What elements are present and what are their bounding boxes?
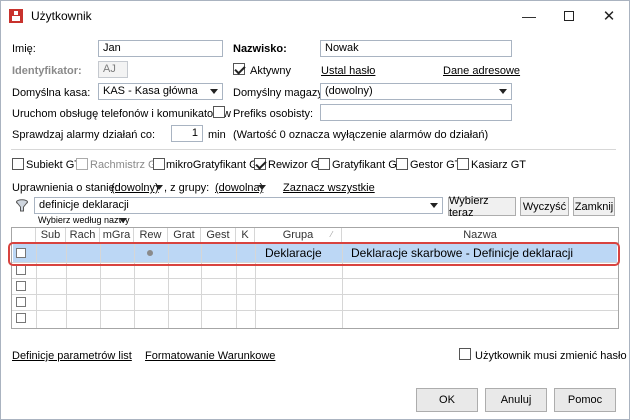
role-checkbox-rewizor[interactable] <box>254 158 266 170</box>
select-all-link[interactable]: Zaznacz wszystkie <box>283 182 375 194</box>
role-label-gestor: Gestor GT <box>410 159 462 171</box>
last-name-label: Nazwisko: <box>233 43 287 55</box>
permissions-state-dropdown[interactable]: (dowolny) <box>111 182 159 194</box>
search-by-dropdown[interactable]: Wybierz według nazwy <box>38 215 129 225</box>
help-button[interactable]: Pomoc <box>554 388 616 412</box>
column-header-grat[interactable]: Grat <box>168 228 201 242</box>
chevron-down-icon <box>210 89 218 94</box>
personal-prefix-label: Prefiks osobisty: <box>233 108 314 120</box>
close-window-button[interactable]: ✕ <box>589 1 629 31</box>
maximize-button[interactable] <box>549 1 589 31</box>
set-password-link[interactable]: Ustal hasło <box>321 65 375 77</box>
default-warehouse-label: Domyślny magazyn: <box>233 87 333 99</box>
alarms-interval-field[interactable]: 1 <box>171 125 203 142</box>
conditional-format-link[interactable]: Formatowanie Warunkowe <box>145 350 275 362</box>
minimize-button[interactable]: — <box>509 1 549 31</box>
chevron-down-icon <box>258 185 266 190</box>
column-header-rach[interactable]: Rach <box>66 228 100 242</box>
window-title: Użytkownik <box>31 9 92 23</box>
column-header-sub[interactable]: Sub <box>36 228 66 242</box>
last-name-field[interactable]: Nowak <box>320 40 512 57</box>
row-checkbox[interactable] <box>16 281 26 291</box>
identifier-field: AJ <box>98 61 128 78</box>
grid-line <box>12 278 618 279</box>
identifier-label: Identyfikator: <box>12 65 82 77</box>
must-change-password-label: Użytkownik musi zmienić hasło <box>475 350 627 362</box>
default-cashbox-value: KAS - Kasa główna <box>103 85 198 97</box>
user-dialog: Użytkownik — ✕ Imię: Jan Nazwisko: Nowak… <box>0 0 630 420</box>
role-label-gratyfikant: Gratyfikant GT <box>332 159 404 171</box>
choose-now-button[interactable]: Wybierz teraz <box>448 195 516 219</box>
default-warehouse-select[interactable]: (dowolny) <box>320 83 512 100</box>
personal-prefix-field[interactable] <box>320 104 512 121</box>
alarms-label: Sprawdzaj alarmy działań co: <box>12 129 156 141</box>
column-header-nazwa[interactable]: Nazwa <box>342 228 618 242</box>
separator <box>11 149 616 150</box>
grid-line <box>12 294 618 295</box>
column-header-mgra[interactable]: mGra <box>100 228 134 242</box>
param-defs-link[interactable]: Definicje parametrów list <box>12 350 132 362</box>
column-header-select <box>12 228 36 242</box>
title-bar: Użytkownik — ✕ <box>1 1 629 31</box>
role-label-kasiarz: Kasiarz GT <box>471 159 527 171</box>
filter-icon <box>16 199 28 212</box>
highlight-outline <box>8 242 620 266</box>
active-checkbox[interactable] <box>233 63 245 75</box>
role-checkbox-gratyfikant[interactable] <box>318 158 330 170</box>
ok-button[interactable]: OK <box>416 388 478 412</box>
phones-checkbox[interactable] <box>213 106 225 118</box>
first-name-field[interactable]: Jan <box>98 40 223 57</box>
phones-label: Uruchom obsługę telefonów i komunikatoró… <box>12 108 231 120</box>
permissions-group-dropdown[interactable]: (dowolna) <box>215 182 263 194</box>
chevron-down-icon <box>155 185 163 190</box>
close-icon: ✕ <box>602 8 616 25</box>
default-cashbox-select[interactable]: KAS - Kasa główna <box>98 83 223 100</box>
alarms-unit: min <box>208 129 226 141</box>
chevron-down-icon <box>119 218 127 223</box>
chevron-down-icon <box>499 89 507 94</box>
row-checkbox[interactable] <box>16 297 26 307</box>
column-header-k[interactable]: K <box>236 228 255 242</box>
default-warehouse-value: (dowolny) <box>325 85 373 97</box>
role-label-subiekt: Subiekt GT <box>26 159 82 171</box>
cancel-button[interactable]: Anuluj <box>485 388 547 412</box>
chevron-down-icon <box>430 203 438 208</box>
role-checkbox-mikrogratyfikant[interactable] <box>153 158 165 170</box>
role-checkbox-subiekt[interactable] <box>12 158 24 170</box>
sort-icon: ⁄ <box>331 230 333 239</box>
grid-line <box>12 310 618 311</box>
close-search-button[interactable]: Zamknij <box>573 197 615 216</box>
permissions-group-label: , z grupy: <box>164 182 210 194</box>
search-value: definicje deklaracji <box>39 199 129 211</box>
must-change-password-checkbox[interactable] <box>459 348 471 360</box>
address-data-link[interactable]: Dane adresowe <box>443 65 520 77</box>
row-checkbox[interactable] <box>16 265 26 275</box>
default-cashbox-label: Domyślna kasa: <box>12 87 91 99</box>
user-red-icon <box>9 9 23 23</box>
column-header-gest[interactable]: Gest <box>201 228 236 242</box>
active-label: Aktywny <box>250 65 291 77</box>
alarms-note: (Wartość 0 oznacza wyłączenie alarmów do… <box>233 129 489 141</box>
role-checkbox-gestor[interactable] <box>396 158 408 170</box>
search-input[interactable]: definicje deklaracji <box>34 197 443 214</box>
permissions-state-label: Uprawnienia o stanie: <box>12 182 118 194</box>
role-label-mikrogratyfikant: mikroGratyfikant GT <box>166 159 265 171</box>
first-name-label: Imię: <box>12 43 36 55</box>
clear-button[interactable]: Wyczyść <box>520 197 569 216</box>
maximize-icon <box>564 11 574 21</box>
column-header-rew[interactable]: Rew <box>134 228 168 242</box>
minimize-icon: — <box>522 8 536 24</box>
role-checkbox-kasiarz[interactable] <box>457 158 469 170</box>
role-checkbox-rachmistrz <box>76 158 88 170</box>
column-header-grupa[interactable]: Grupa <box>255 228 342 242</box>
row-checkbox[interactable] <box>16 313 26 323</box>
